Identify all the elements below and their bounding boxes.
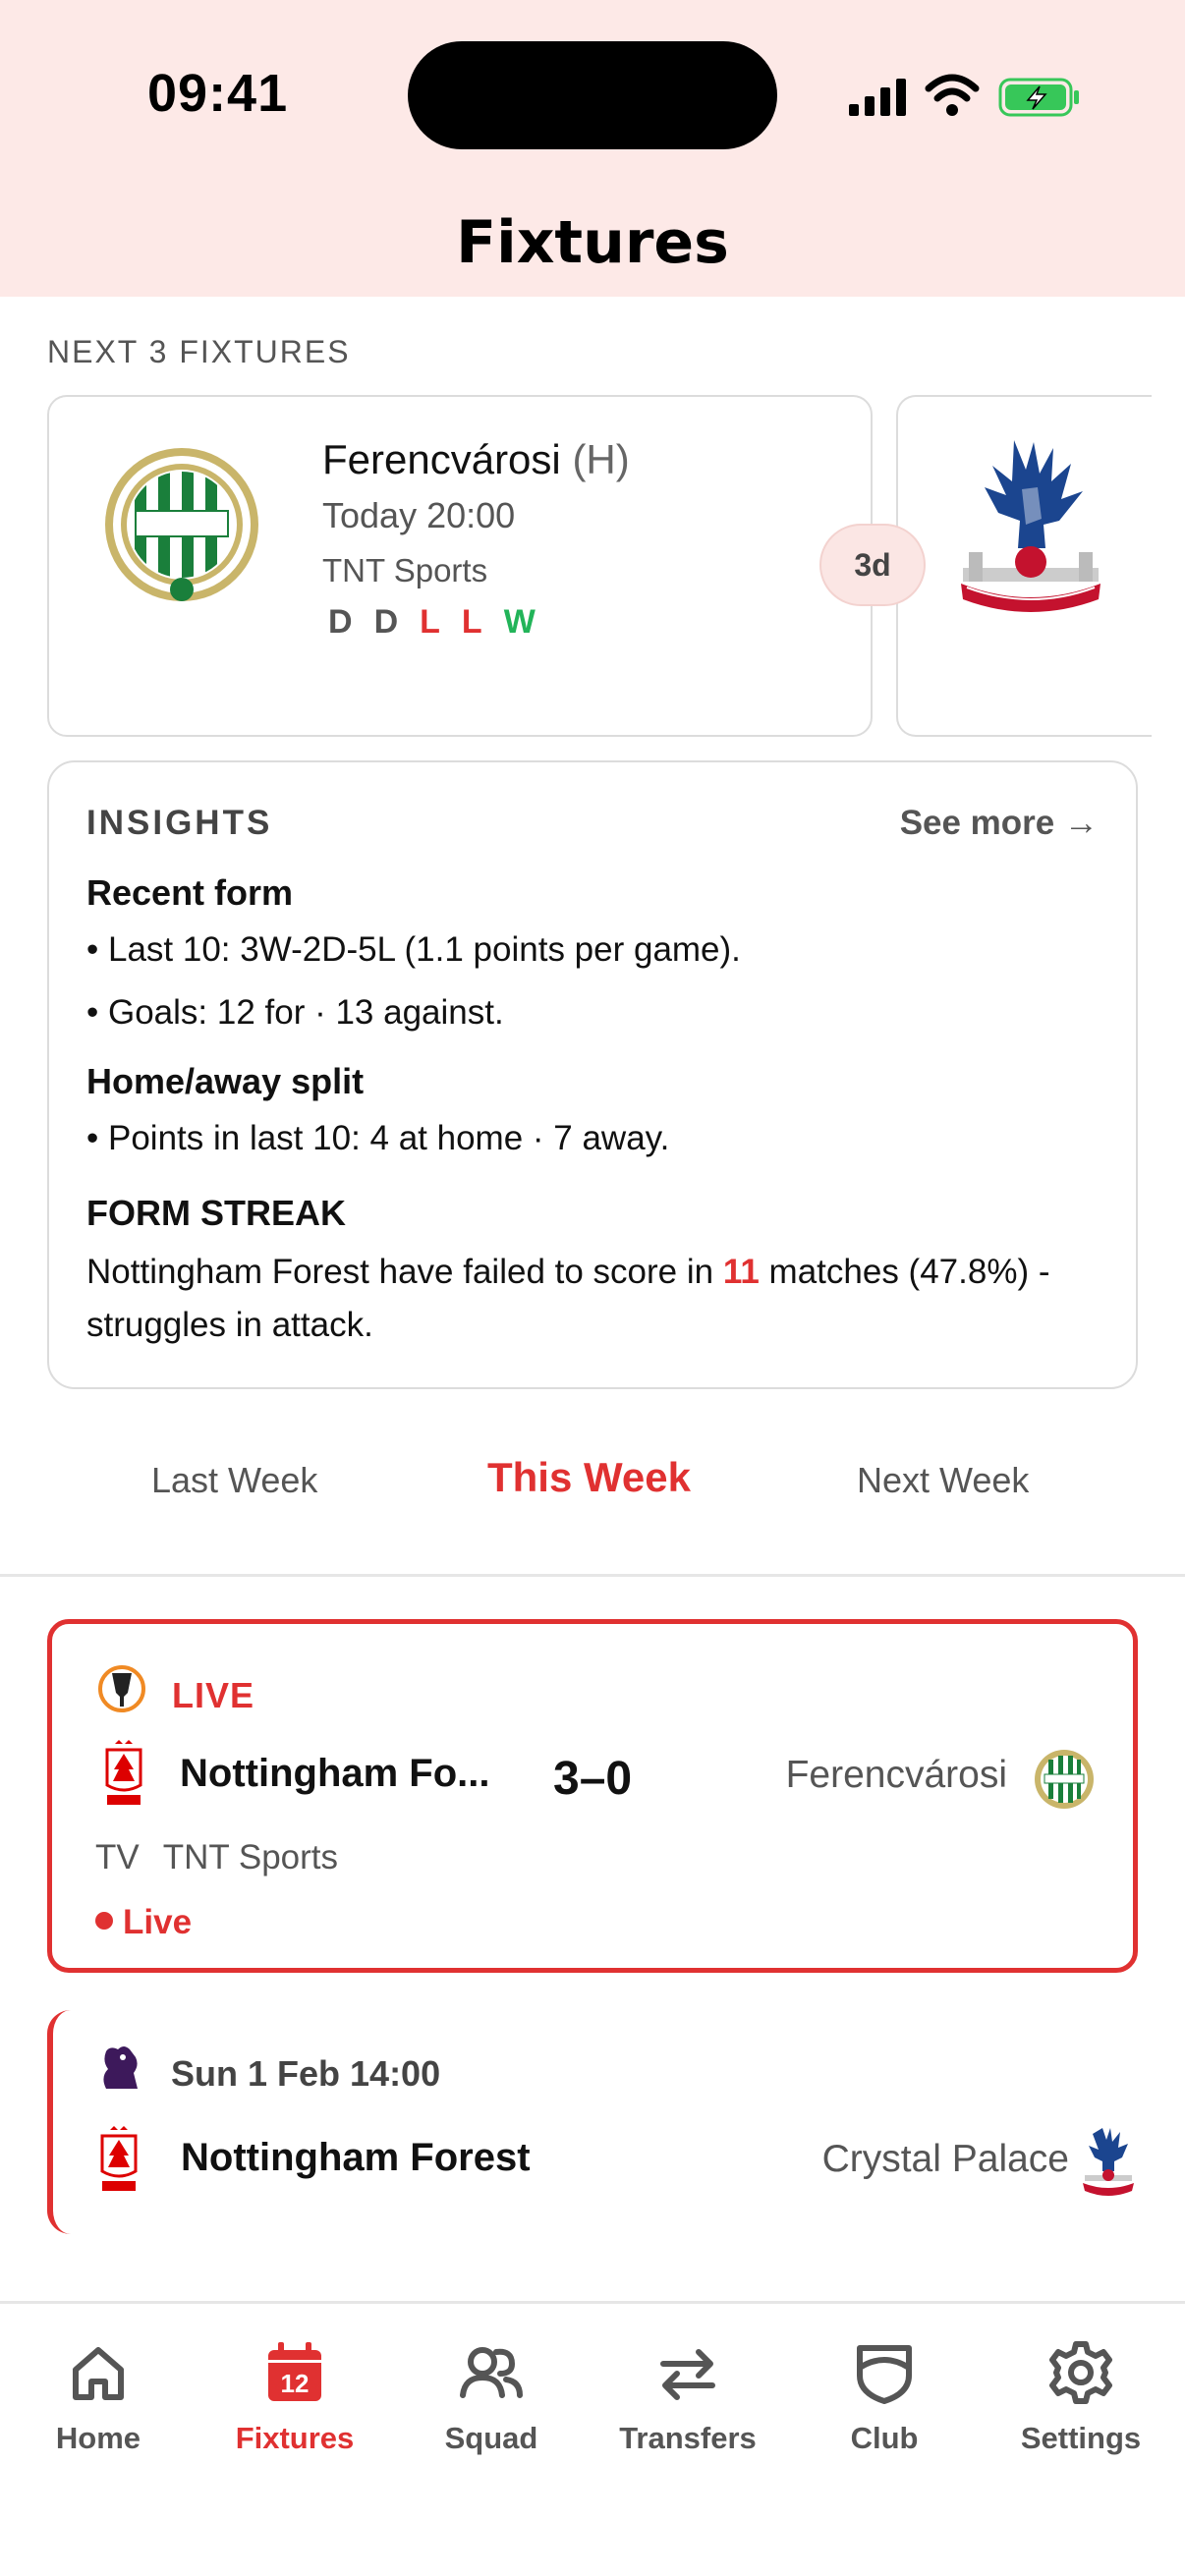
streak-text-pre: Nottingham Forest have failed to score i… — [86, 1253, 723, 1291]
nav-club[interactable]: Club — [786, 2338, 983, 2456]
nav-squad[interactable]: Squad — [393, 2338, 590, 2456]
battery-icon — [998, 78, 1079, 117]
fixture-form: D D L L W — [328, 603, 536, 642]
see-more-link[interactable]: See more → — [900, 804, 1099, 843]
status-time: 09:41 — [147, 64, 289, 123]
insights-card: INSIGHTS See more → Recent form • Last 1… — [47, 760, 1138, 1389]
calendar-icon: 12 — [268, 2342, 321, 2401]
insights-title: INSIGHTS — [86, 804, 273, 842]
match-datetime: Sun 1 Feb 14:00 — [171, 2053, 441, 2094]
live-indicator: Live — [95, 1903, 192, 1942]
next-fixture-card[interactable]: Ferencvárosi (H) Today 20:00 TNT Sports … — [47, 395, 873, 737]
ferencvarosi-crest-icon — [1035, 1750, 1094, 1809]
split-line: • Points in last 10: 4 at home · 7 away. — [86, 1119, 670, 1157]
signal-icon — [849, 79, 906, 116]
recent-form-line: • Goals: 12 for · 13 against. — [86, 993, 504, 1032]
wifi-icon — [925, 74, 980, 116]
squad-icon — [460, 2347, 523, 2398]
calendar-day: 12 — [281, 2369, 310, 2398]
home-team-name: Nottingham Forest — [181, 2136, 531, 2179]
split-heading: Home/away split — [86, 1061, 365, 1101]
nav-home[interactable]: Home — [0, 2338, 197, 2456]
tv-channel: TNT Sports — [162, 1838, 339, 1876]
dynamic-island — [408, 41, 777, 149]
next-fixtures-label: NEXT 3 FIXTURES — [47, 334, 351, 369]
ferencvarosi-crest-icon — [105, 448, 258, 601]
nav-fixtures-label: Fixtures — [235, 2421, 355, 2455]
transfers-icon — [660, 2349, 715, 2400]
nav-squad-label: Squad — [444, 2421, 538, 2455]
nav-home-label: Home — [55, 2421, 141, 2455]
nav-transfers[interactable]: Transfers — [590, 2338, 786, 2456]
nav-settings-label: Settings — [1020, 2421, 1142, 2455]
form-result: W — [503, 603, 536, 641]
header: 09:41 Fixtures — [0, 0, 1185, 297]
tab-last-week[interactable]: Last Week — [151, 1460, 317, 1501]
form-result: L — [420, 603, 440, 641]
nav-divider — [0, 2301, 1185, 2304]
nav-fixtures[interactable]: 12 Fixtures — [197, 2338, 393, 2456]
streak-count: 11 — [722, 1253, 760, 1291]
europa-league-icon — [98, 1665, 145, 1712]
next-fixture-card[interactable] — [896, 395, 1152, 737]
crystal-palace-crest-icon — [1083, 2128, 1134, 2196]
fixture-tv: TNT Sports — [322, 552, 488, 588]
match-score: 3–0 — [553, 1753, 633, 1805]
away-team-name: Crystal Palace — [821, 2138, 1069, 2180]
divider — [0, 1574, 1185, 1577]
recent-form-heading: Recent form — [86, 872, 294, 913]
nav-settings[interactable]: Settings — [983, 2338, 1179, 2456]
home-team-name: Nottingham Fo... — [180, 1752, 490, 1795]
live-match-card[interactable]: LIVE Nottingham Fo... 3–0 Ferencvárosi T… — [47, 1619, 1138, 1973]
form-streak-heading: FORM STREAK — [86, 1193, 346, 1233]
live-dot-icon — [95, 1912, 113, 1930]
live-tv-info: TV TNT Sports — [95, 1838, 338, 1877]
fixture-opponent: Ferencvárosi (H) — [322, 436, 630, 483]
form-result: D — [373, 603, 399, 641]
fixture-venue: (H) — [572, 436, 630, 482]
page-title: Fixtures — [456, 208, 729, 277]
tab-this-week[interactable]: This Week — [487, 1454, 691, 1501]
form-result: D — [328, 603, 353, 641]
gear-icon — [1049, 2341, 1112, 2404]
live-indicator-label: Live — [123, 1903, 193, 1941]
nottingham-forest-crest-icon — [100, 2126, 138, 2191]
recent-form-line: • Last 10: 3W-2D-5L (1.1 points per game… — [86, 930, 741, 969]
form-result: L — [461, 603, 482, 641]
fixture-datetime: Today 20:00 — [322, 495, 516, 535]
away-team-name: Ferencvárosi — [785, 1754, 1007, 1796]
home-icon — [73, 2347, 124, 2400]
next-fixture-countdown: 3d — [819, 524, 926, 606]
crystal-palace-crest-icon — [961, 440, 1100, 612]
fixture-opponent-name: Ferencvárosi — [322, 436, 561, 482]
nottingham-forest-crest-icon — [105, 1740, 142, 1805]
live-badge: LIVE — [172, 1675, 255, 1715]
nav-transfers-label: Transfers — [619, 2421, 757, 2455]
club-shield-icon — [857, 2345, 912, 2404]
nav-club-label: Club — [850, 2421, 919, 2455]
tab-next-week[interactable]: Next Week — [857, 1460, 1029, 1501]
tv-label: TV — [95, 1838, 140, 1876]
premier-league-icon — [103, 2046, 138, 2089]
form-streak-text: Nottingham Forest have failed to score i… — [86, 1246, 1108, 1352]
upcoming-match-card[interactable]: Sun 1 Feb 14:00 Nottingham Forest Crysta… — [47, 2010, 1138, 2234]
